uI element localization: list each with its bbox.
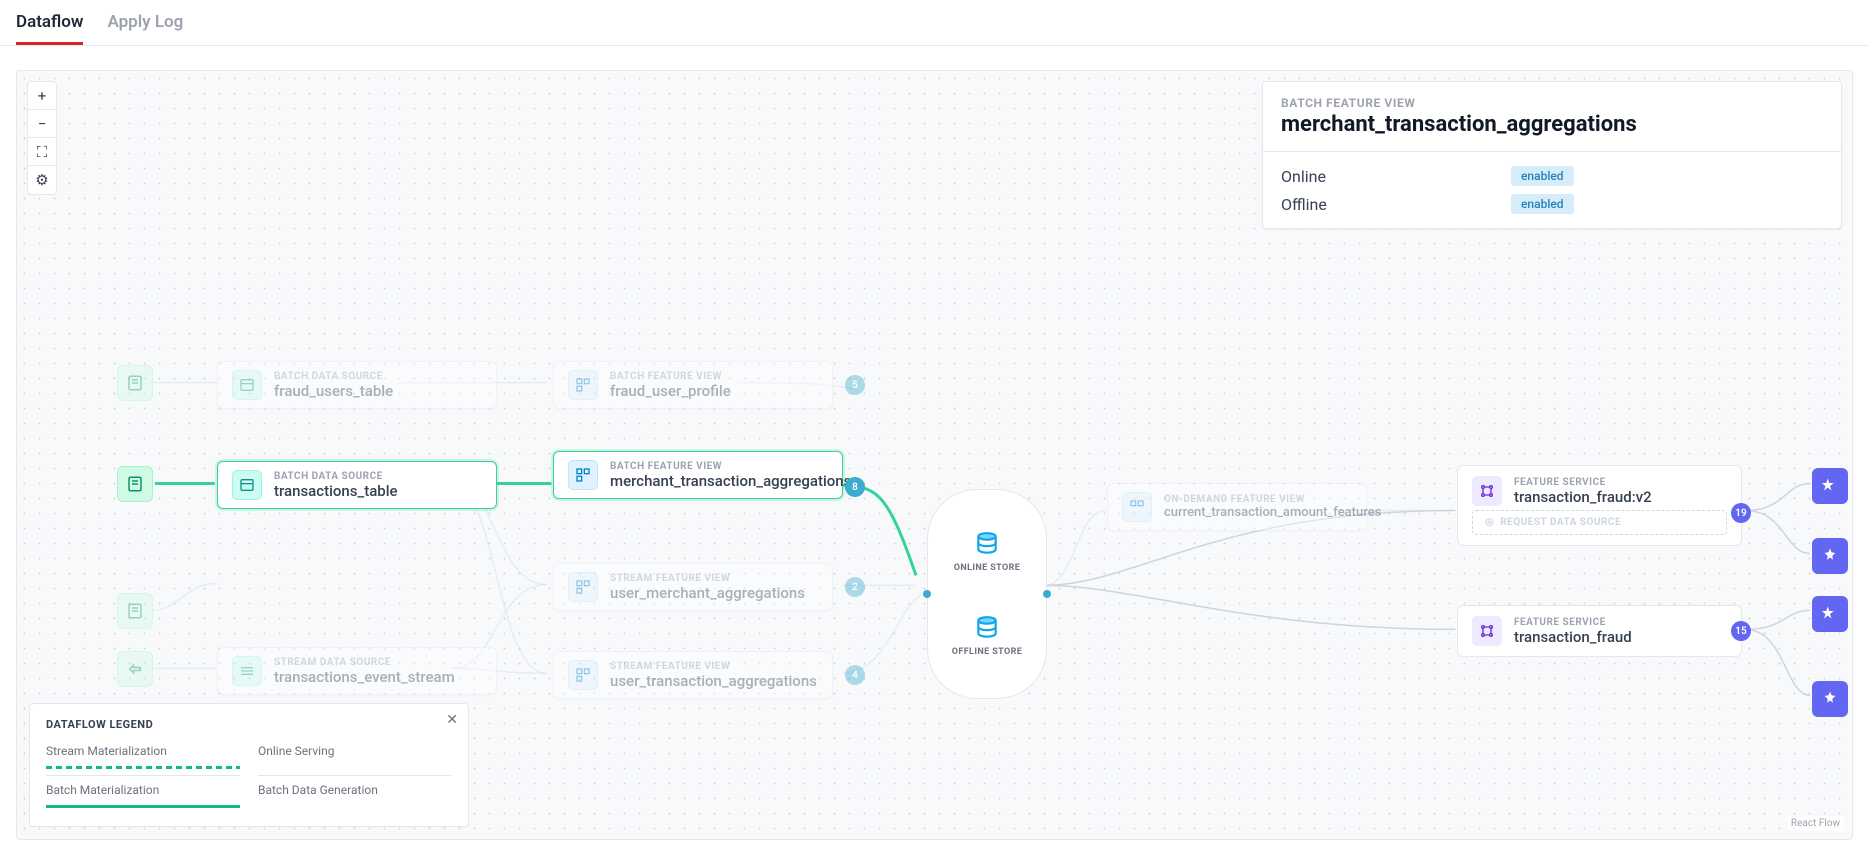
- node-type: ON-DEMAND FEATURE VIEW: [1164, 494, 1381, 505]
- action-icon[interactable]: [1812, 681, 1848, 717]
- node-feature-service[interactable]: FEATURE SERVICEtransaction_fraud:v2 ◎REQ…: [1457, 465, 1742, 546]
- legend-panel: ✕ DATAFLOW LEGEND Stream Materialization…: [29, 703, 469, 827]
- details-title: merchant_transaction_aggregations: [1281, 112, 1823, 137]
- fit-view-button[interactable]: ⛶: [28, 138, 56, 166]
- source-icon[interactable]: [117, 365, 153, 401]
- feature-view-icon: [568, 660, 598, 690]
- node-batch-feature-view[interactable]: BATCH FEATURE VIEWmerchant_transaction_a…: [553, 451, 843, 499]
- legend-item: Batch Materialization: [46, 780, 240, 814]
- feature-view-icon: [1122, 492, 1152, 522]
- node-type: BATCH DATA SOURCE: [274, 371, 393, 382]
- stream-source-icon[interactable]: [117, 651, 153, 687]
- online-store-label: ONLINE STORE: [954, 563, 1021, 573]
- legend-item: Stream Materialization: [46, 741, 240, 776]
- action-icon[interactable]: [1812, 538, 1848, 574]
- legend-title: DATAFLOW LEGEND: [46, 718, 452, 731]
- source-icon[interactable]: [117, 466, 153, 502]
- details-panel: BATCH FEATURE VIEW merchant_transaction_…: [1262, 81, 1842, 229]
- node-name: fraud_user_profile: [610, 382, 731, 400]
- node-feature-service[interactable]: FEATURE SERVICEtransaction_fraud: [1457, 605, 1742, 657]
- node-name: transaction_fraud: [1514, 628, 1632, 646]
- source-icon[interactable]: [117, 593, 153, 629]
- stream-icon: [232, 656, 262, 686]
- feature-count: 4: [845, 665, 865, 685]
- node-batch-data-source[interactable]: BATCH DATA SOURCEtransactions_table: [217, 461, 497, 509]
- node-type: BATCH FEATURE VIEW: [610, 461, 851, 472]
- store-node[interactable]: ONLINE STORE OFFLINE STORE: [927, 489, 1047, 699]
- node-type: FEATURE SERVICE: [1514, 477, 1652, 488]
- offline-label: Offline: [1281, 195, 1511, 214]
- feature-count: 8: [845, 477, 865, 497]
- feature-service-icon: [1472, 616, 1502, 646]
- zoom-out-button[interactable]: −: [28, 110, 56, 138]
- table-icon: [232, 370, 262, 400]
- node-name: merchant_transaction_aggregations: [610, 472, 851, 490]
- node-type: BATCH DATA SOURCE: [274, 471, 398, 482]
- offline-store-label: OFFLINE STORE: [952, 647, 1022, 657]
- store-in-handle: [923, 590, 931, 598]
- plus-icon: +: [38, 87, 47, 105]
- online-status-badge: enabled: [1511, 166, 1574, 186]
- node-name: user_merchant_aggregations: [610, 584, 805, 602]
- node-type: STREAM FEATURE VIEW: [610, 661, 817, 672]
- node-stream-feature-view[interactable]: STREAM FEATURE VIEWuser_transaction_aggr…: [553, 651, 833, 699]
- settings-button[interactable]: ⚙: [28, 166, 56, 194]
- tab-bar: Dataflow Apply Log: [0, 0, 1869, 46]
- database-icon: [974, 615, 1000, 641]
- reactflow-attribution: React Flow: [1787, 816, 1844, 831]
- legend-item: Batch Data Generation: [258, 780, 452, 814]
- request-data-source: ◎REQUEST DATA SOURCE: [1472, 510, 1727, 535]
- feature-service-icon: [1472, 476, 1502, 506]
- node-type: STREAM FEATURE VIEW: [610, 573, 805, 584]
- tab-dataflow[interactable]: Dataflow: [16, 8, 83, 45]
- action-icon[interactable]: [1812, 596, 1848, 632]
- node-name: user_transaction_aggregations: [610, 672, 817, 690]
- database-icon: [974, 531, 1000, 557]
- feature-count: 2: [845, 577, 865, 597]
- fit-icon: ⛶: [37, 143, 48, 161]
- store-out-handle: [1043, 590, 1051, 598]
- gear-icon: ⚙: [35, 171, 48, 189]
- zoom-controls: + − ⛶ ⚙: [27, 81, 57, 195]
- action-icon[interactable]: [1812, 468, 1848, 504]
- node-type: BATCH FEATURE VIEW: [610, 371, 731, 382]
- node-type: STREAM DATA SOURCE: [274, 657, 455, 668]
- feature-count: 5: [845, 375, 865, 395]
- close-icon[interactable]: ✕: [446, 712, 458, 728]
- feature-count: 15: [1731, 621, 1751, 641]
- node-stream-feature-view[interactable]: STREAM FEATURE VIEWuser_merchant_aggrega…: [553, 563, 833, 611]
- feature-view-icon: [568, 460, 598, 490]
- node-odfv[interactable]: ON-DEMAND FEATURE VIEWcurrent_transactio…: [1107, 483, 1367, 531]
- node-name: transaction_fraud:v2: [1514, 488, 1652, 506]
- feature-view-icon: [568, 572, 598, 602]
- online-label: Online: [1281, 167, 1511, 186]
- node-name: transactions_event_stream: [274, 668, 455, 686]
- tab-apply-log[interactable]: Apply Log: [107, 8, 183, 45]
- feature-count: 19: [1731, 503, 1751, 523]
- node-batch-data-source[interactable]: BATCH DATA SOURCEfraud_users_table: [217, 361, 497, 409]
- legend-item: Online Serving: [258, 741, 452, 776]
- node-type: FEATURE SERVICE: [1514, 617, 1632, 628]
- offline-status-badge: enabled: [1511, 194, 1574, 214]
- node-batch-feature-view[interactable]: BATCH FEATURE VIEWfraud_user_profile: [553, 361, 833, 409]
- node-name: transactions_table: [274, 482, 398, 500]
- request-icon: ◎: [1485, 517, 1494, 528]
- dataflow-canvas[interactable]: + − ⛶ ⚙ BATCH FEATURE VIEW merchant_tran…: [16, 70, 1853, 840]
- details-subtitle: BATCH FEATURE VIEW: [1281, 96, 1823, 110]
- node-stream-data-source[interactable]: STREAM DATA SOURCEtransactions_event_str…: [217, 647, 497, 695]
- minus-icon: −: [38, 115, 47, 133]
- feature-view-icon: [568, 370, 598, 400]
- node-name: current_transaction_amount_features: [1164, 505, 1381, 521]
- table-icon: [232, 470, 262, 500]
- zoom-in-button[interactable]: +: [28, 82, 56, 110]
- node-name: fraud_users_table: [274, 382, 393, 400]
